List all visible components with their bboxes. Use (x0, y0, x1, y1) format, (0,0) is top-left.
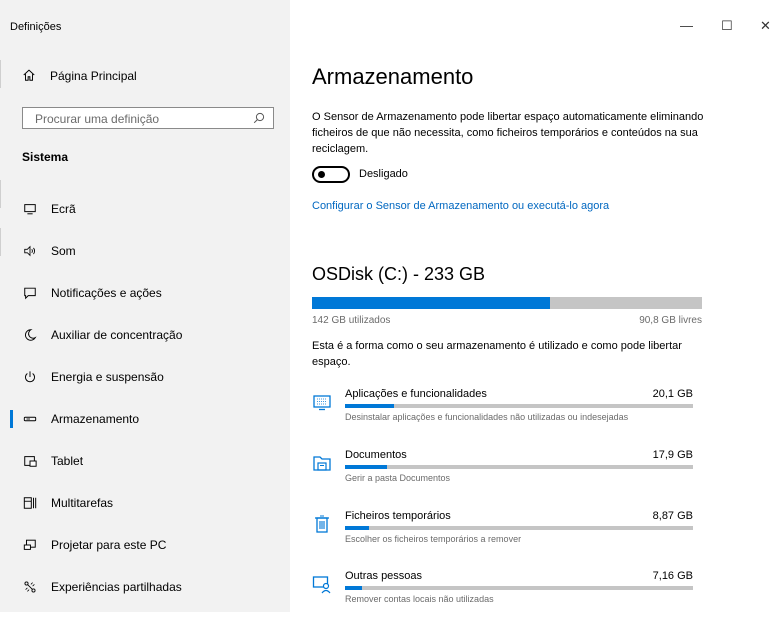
category-name: Ficheiros temporários (345, 510, 451, 522)
sidebar-item-power[interactable]: Energia e suspensão (0, 364, 290, 390)
sidebar-item-label: Experiências partilhadas (51, 580, 182, 594)
disk-usage-fill (312, 297, 550, 309)
usage-info-text: Esta é a forma como o seu armazenamento … (312, 340, 682, 368)
apps-icon (313, 395, 331, 411)
search-icon (253, 112, 265, 124)
project-icon (22, 537, 38, 553)
category-usage-bar (345, 526, 693, 530)
close-button[interactable]: ✕ (760, 18, 771, 34)
category-description: Gerir a pasta Documentos (345, 473, 451, 483)
category-size: 20,1 GB (652, 388, 693, 400)
disk-usage-bar (312, 297, 702, 309)
sidebar-item-label: Energia e suspensão (51, 370, 164, 384)
category-temp-files[interactable]: Ficheiros temporários 8,87 GB Escolher o… (312, 510, 702, 560)
home-icon (22, 68, 50, 85)
category-name: Documentos (345, 449, 407, 461)
sidebar-edge (0, 60, 9, 88)
category-description: Remover contas locais não utilizadas (345, 594, 494, 604)
category-size: 17,9 GB (652, 449, 693, 461)
notification-icon (22, 285, 38, 301)
page-title: Armazenamento (312, 64, 474, 89)
sidebar-item-display[interactable]: Ecrã (0, 196, 290, 222)
storage-sense-toggle[interactable] (312, 166, 350, 183)
sidebar-item-shared[interactable]: Experiências partilhadas (0, 574, 290, 600)
sidebar-item-label: Notificações e ações (51, 286, 162, 300)
search-input[interactable]: Procurar uma definição (22, 107, 274, 129)
sidebar-item-project[interactable]: Projetar para este PC (0, 532, 290, 558)
sidebar-item-multitasking[interactable]: Multitarefas (0, 490, 290, 516)
shared-icon (22, 579, 38, 595)
category-usage-fill (345, 526, 370, 530)
sidebar-item-label: Projetar para este PC (51, 538, 167, 552)
category-usage-bar (345, 586, 693, 590)
disk-used-label: 142 GB utilizados (312, 315, 391, 326)
category-usage-fill (345, 404, 394, 408)
settings-sidebar: Definições Página Principal Procurar uma… (0, 0, 290, 612)
people-icon (312, 576, 331, 594)
trash-icon (315, 515, 329, 533)
storage-icon (22, 411, 38, 427)
sidebar-item-label: Tablet (51, 454, 84, 468)
search-placeholder: Procurar uma definição (35, 112, 160, 126)
category-usage-fill (345, 586, 363, 590)
sidebar-item-storage[interactable]: Armazenamento (0, 406, 290, 432)
category-usage-bar (345, 404, 693, 408)
sidebar-item-notifications[interactable]: Notificações e ações (0, 280, 290, 306)
sidebar-item-label: Multitarefas (51, 496, 114, 510)
category-description: Escolher os ficheiros temporários a remo… (345, 534, 522, 544)
sidebar-item-focus[interactable]: Auxiliar de concentração (0, 322, 290, 348)
disk-free-label: 90,8 GB livres (639, 315, 702, 326)
window-title: Definições (10, 21, 62, 33)
home-label: Página Principal (50, 69, 137, 83)
sidebar-item-sound[interactable]: Som (0, 238, 290, 264)
documents-icon (313, 456, 331, 471)
minimize-button[interactable]: — (680, 18, 693, 33)
category-other-people[interactable]: Outras pessoas 7,16 GB Remover contas lo… (312, 570, 702, 620)
sidebar-item-label: Ecrã (51, 202, 76, 216)
storage-sense-description: O Sensor de Armazenamento pode libertar … (312, 111, 704, 155)
display-icon (22, 201, 38, 217)
disk-title: OSDisk (C:) - 233 GB (312, 264, 486, 284)
category-documents[interactable]: Documentos 17,9 GB Gerir a pasta Documen… (312, 449, 702, 499)
sidebar-item-label: Auxiliar de concentração (51, 328, 183, 342)
sidebar-item-tablet[interactable]: Tablet (0, 448, 290, 474)
toggle-state-label: Desligado (359, 168, 408, 180)
power-icon (22, 369, 38, 385)
tablet-icon (22, 453, 38, 469)
category-name: Outras pessoas (345, 570, 423, 582)
category-usage-bar (345, 465, 693, 469)
sidebar-item-label: Armazenamento (51, 412, 140, 426)
category-description: Desinstalar aplicações e funcionalidades… (345, 412, 629, 422)
moon-icon (22, 327, 38, 343)
category-name: Aplicações e funcionalidades (345, 388, 487, 400)
section-heading: Sistema (22, 150, 69, 164)
configure-storage-sense-link[interactable]: Configurar o Sensor de Armazenamento ou … (312, 200, 609, 212)
speaker-icon (22, 243, 38, 259)
sidebar-item-label: Som (51, 244, 76, 258)
category-size: 7,16 GB (652, 570, 693, 582)
maximize-button[interactable]: ☐ (721, 18, 733, 34)
category-apps[interactable]: Aplicações e funcionalidades 20,1 GB Des… (312, 388, 702, 438)
home-link[interactable]: Página Principal (22, 66, 282, 86)
category-size: 8,87 GB (652, 510, 693, 522)
multitask-icon (22, 495, 38, 511)
category-usage-fill (345, 465, 387, 469)
